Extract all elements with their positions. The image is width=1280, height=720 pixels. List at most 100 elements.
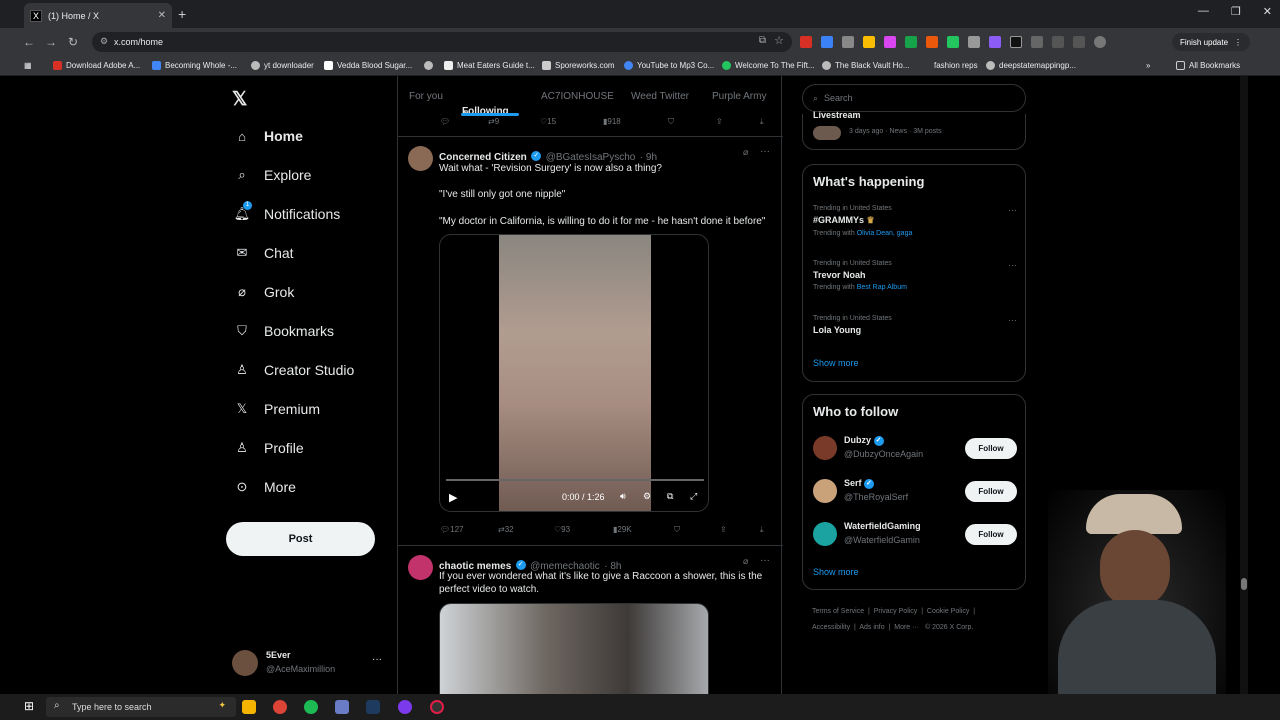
nav-bookmarks[interactable]: ⛉ Bookmarks [234,323,334,339]
share-icon[interactable]: ⇪ [716,117,723,126]
spotify-icon[interactable] [304,700,318,714]
extension-icon[interactable] [968,36,980,48]
extension-icon[interactable] [1010,36,1022,48]
tweet[interactable]: Concerned Citizen ✓ @BGatesIsaPyscho · 9… [398,137,783,545]
menu-dots-icon[interactable]: ⋮ [1234,38,1242,47]
address-bar[interactable]: ⚙ x.com/home ⧉ ☆ [92,32,792,52]
nav-grok[interactable]: ⌀ Grok [234,284,294,300]
media-controls-icon[interactable] [1073,36,1085,48]
trend-item[interactable]: Trending in United States #GRAMMYs ♛ Tre… [813,205,1017,237]
nav-profile[interactable]: ♙ Profile [234,440,304,456]
more-dots-icon[interactable]: ··· [760,146,770,157]
tab-purple-army[interactable]: Purple Army [712,91,766,102]
reply-button[interactable]: 💬︎ 127 [440,525,464,534]
nav-explore[interactable]: ⌕ Explore [234,167,311,183]
video-player[interactable]: ▶ 0:00 / 1:26 🔊︎ ⚙ ⧉ ⤢ [439,234,709,512]
x-logo-icon[interactable]: 𝕏 [232,88,247,111]
avatar[interactable] [408,146,433,171]
back-icon[interactable]: ← [18,35,40,49]
trend-item[interactable]: Trending in United States Trevor Noah Tr… [813,260,1017,291]
extension-icon[interactable] [947,36,959,48]
nav-premium[interactable]: 𝕏 Premium [234,401,320,417]
bookmark-item[interactable]: Meat Eaters Guide t... [444,61,535,70]
trend-with-link[interactable]: Olivia Dean, gaga [857,230,913,237]
views-button[interactable]: ▮ 29K [613,525,632,534]
footer-link[interactable]: More ··· [894,624,919,631]
new-tab-icon[interactable]: + [178,6,186,22]
livestream-card[interactable]: Livestream 3 days ago · News · 3M posts [802,110,1026,150]
show-more-link[interactable]: Show more [813,567,859,577]
video-progress-bar[interactable] [446,479,704,481]
extensions-puzzle-icon[interactable] [1031,36,1043,48]
extension-icon[interactable] [926,36,938,48]
nav-chat[interactable]: ✉ Chat [234,245,294,261]
bookmark-item[interactable]: Welcome To The Fift... [722,61,815,70]
show-more-link[interactable]: Show more [813,358,859,368]
restore-icon[interactable]: ❐ [1231,5,1241,18]
extension-icon[interactable] [884,36,896,48]
follow-button[interactable]: Follow [965,524,1017,545]
trend-with-link[interactable]: Best Rap Album [857,284,907,291]
extension-icon[interactable] [800,36,812,48]
more-dots-icon[interactable]: ··· [1008,315,1017,325]
footer-link[interactable]: Cookie Policy [927,608,969,615]
extension-icon[interactable] [842,36,854,48]
post-button[interactable]: Post [226,522,375,556]
download-icon[interactable]: ⤓ [760,525,764,535]
follow-suggestion[interactable]: Serf ✓ @TheRoyalSerf Follow [813,476,1017,508]
forward-icon[interactable]: → [40,35,62,49]
bookmark-item[interactable] [424,61,437,70]
more-dots-icon[interactable]: ··· [1008,260,1017,270]
footer-link[interactable]: Ads info [859,624,884,631]
tab-ac7ionhouse[interactable]: AC7IONHOUSE [541,91,614,102]
bookmark-item[interactable]: Vedda Blood Sugar... [324,61,412,70]
windows-start-icon[interactable]: ⊞ [24,699,34,713]
grok-icon[interactable]: ⌀ [743,556,748,567]
close-window-icon[interactable]: ✕ [1263,5,1272,18]
reply-icon[interactable]: 💬︎ [440,117,450,126]
like-button[interactable]: ♡ 15 [540,117,556,126]
bookmark-item[interactable]: fashion reps [934,61,978,70]
retweet-button[interactable]: ⇄ 32 [498,525,514,534]
trend-item[interactable]: Trending in United States Lola Young ··· [813,315,1017,335]
views-button[interactable]: ▮ 918 [603,117,621,126]
tab-weed-twitter[interactable]: Weed Twitter [631,91,689,102]
bookmark-icon[interactable]: ⛉ [668,117,674,127]
footer-link[interactable]: Accessibility [812,624,850,631]
settings-gear-icon[interactable]: ⚙ [643,491,651,502]
pip-icon[interactable]: ⧉ [667,491,673,502]
site-info-icon[interactable]: ⚙ [100,36,108,47]
more-dots-icon[interactable]: ··· [1008,205,1017,215]
bookmark-item[interactable]: Sporeworks.com [542,61,615,70]
extension-icon[interactable] [863,36,875,48]
file-explorer-icon[interactable] [242,700,256,714]
nav-notifications[interactable]: 🔔︎ 1 Notifications [234,201,340,222]
browser-tab[interactable]: X (1) Home / X ✕ [24,3,172,28]
extension-icon[interactable] [905,36,917,48]
share-icon[interactable]: ⇪ [720,525,727,534]
scrollbar[interactable] [1240,76,1248,694]
footer-link[interactable]: Terms of Service [812,608,864,615]
bookmark-item[interactable]: YouTube to Mp3 Co... [624,61,714,70]
bookmark-item[interactable]: yt downloader [251,61,314,70]
bookmark-item[interactable]: The Black Vault Ho... [822,61,910,70]
all-bookmarks-folder[interactable]: All Bookmarks [1176,61,1240,70]
discord-icon[interactable] [398,700,412,714]
bookmark-item[interactable]: Download Adobe A... [53,61,140,70]
footer-link[interactable]: Privacy Policy [874,608,918,615]
account-switcher[interactable]: 5Ever @AceMaximillion ··· [232,648,392,680]
profile-icon[interactable] [1094,36,1106,48]
tab-search-icon[interactable] [1052,36,1064,48]
play-icon[interactable]: ▶ [449,491,457,504]
scrollbar-thumb[interactable] [1241,578,1247,590]
nav-home[interactable]: ⌂ Home [234,128,303,144]
more-dots-icon[interactable]: ··· [760,555,770,566]
bookmark-icon[interactable]: ⛉ [674,525,680,535]
reload-icon[interactable]: ↻ [62,35,84,49]
minimize-icon[interactable]: — [1198,5,1209,18]
avatar[interactable] [408,555,433,580]
download-icon[interactable]: ⤓ [760,117,764,127]
follow-suggestion[interactable]: Dubzy ✓ @DubzyOnceAgain Follow [813,433,1017,465]
apps-grid-icon[interactable]: ▦ [24,61,32,70]
app-icon[interactable] [335,700,349,714]
